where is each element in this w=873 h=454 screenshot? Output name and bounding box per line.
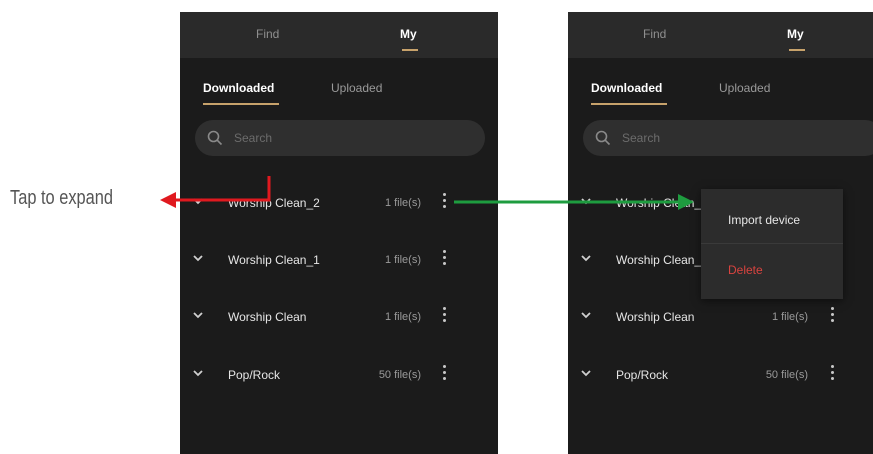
search-placeholder: Search [622, 131, 661, 145]
folder-name: Worship Clean_ [616, 196, 702, 210]
more-options-icon[interactable] [438, 189, 452, 213]
folder-row[interactable]: Worship Clean 1 file(s) [568, 298, 873, 338]
tab-find[interactable]: Find [643, 27, 666, 41]
search-input[interactable]: Search [195, 120, 485, 156]
subtab-uploaded[interactable]: Uploaded [719, 81, 770, 95]
search-icon [207, 130, 223, 146]
folder-name: Worship Clean [616, 310, 695, 324]
chevron-down-icon[interactable] [192, 253, 204, 263]
chevron-down-icon[interactable] [192, 368, 204, 378]
file-count: 1 file(s) [771, 311, 808, 323]
folder-name: Worship Clean_1 [228, 253, 320, 267]
folder-row[interactable]: Worship Clean_1 1 file(s) [180, 241, 498, 281]
more-options-icon[interactable] [438, 361, 452, 385]
tap-to-expand-caption: Tap to expand [10, 187, 114, 209]
folder-row[interactable]: Pop/Rock 50 file(s) [568, 356, 873, 396]
phone-screen-left: Find My Downloaded Uploaded Search Worsh… [180, 12, 498, 454]
more-options-icon[interactable] [826, 361, 840, 385]
subtab-uploaded[interactable]: Uploaded [331, 81, 382, 95]
folder-row[interactable]: Pop/Rock 50 file(s) [180, 356, 498, 396]
menu-divider [701, 243, 843, 244]
delete-menu-item[interactable]: Delete [728, 263, 763, 277]
top-tab-bar: Find My [568, 12, 873, 58]
folder-name: Worship Clean_ [616, 253, 702, 267]
search-input[interactable]: Search [583, 120, 873, 156]
file-count: 1 file(s) [384, 254, 421, 266]
subtab-downloaded-underline [203, 103, 279, 105]
subtab-downloaded[interactable]: Downloaded [591, 81, 662, 95]
chevron-down-icon[interactable] [192, 196, 204, 206]
top-tab-bar: Find My [180, 12, 498, 58]
context-menu: Import device Delete [701, 189, 843, 299]
tab-my-underline [402, 49, 418, 51]
search-placeholder: Search [234, 131, 273, 145]
tab-find[interactable]: Find [256, 27, 279, 41]
folder-name: Worship Clean_2 [228, 196, 320, 210]
file-count: 50 file(s) [765, 369, 808, 381]
tab-my[interactable]: My [787, 27, 804, 41]
chevron-down-icon[interactable] [580, 368, 592, 378]
more-options-icon[interactable] [826, 303, 840, 327]
folder-name: Pop/Rock [228, 368, 281, 382]
search-icon [595, 130, 611, 146]
folder-name: Pop/Rock [616, 368, 669, 382]
tab-my[interactable]: My [400, 27, 417, 41]
chevron-down-icon[interactable] [580, 196, 592, 206]
subtab-downloaded[interactable]: Downloaded [203, 81, 274, 95]
tab-my-underline [789, 49, 805, 51]
file-count: 50 file(s) [378, 369, 421, 381]
chevron-down-icon[interactable] [580, 253, 592, 263]
chevron-down-icon[interactable] [192, 310, 204, 320]
file-count: 1 file(s) [384, 311, 421, 323]
import-device-menu-item[interactable]: Import device [728, 213, 800, 227]
more-options-icon[interactable] [438, 246, 452, 270]
red-arrow-head [160, 192, 176, 208]
folder-name: Worship Clean [228, 310, 307, 324]
file-count: 1 file(s) [384, 197, 421, 209]
folder-row[interactable]: Worship Clean_2 1 file(s) [180, 184, 498, 224]
folder-row[interactable]: Worship Clean 1 file(s) [180, 298, 498, 338]
subtab-downloaded-underline [591, 103, 667, 105]
more-options-icon[interactable] [438, 303, 452, 327]
chevron-down-icon[interactable] [580, 310, 592, 320]
